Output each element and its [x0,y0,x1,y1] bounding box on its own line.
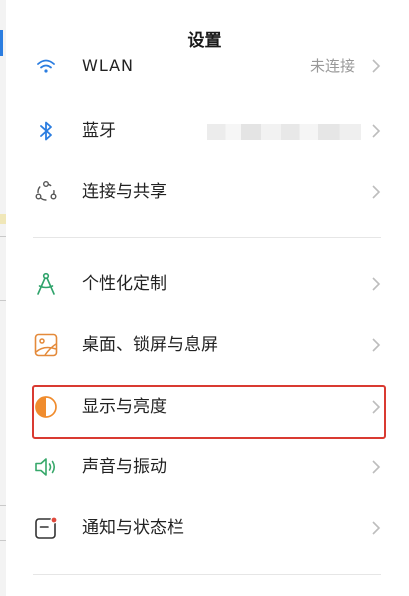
settings-item-sound-vibration[interactable]: 声音与振动 [0,441,409,493]
section-divider [33,574,381,575]
settings-item-label: 连接与共享 [82,182,167,202]
settings-item-label: 通知与状态栏 [82,518,184,538]
chevron-right-icon [369,521,383,535]
wallpaper-icon [33,332,59,358]
compass-icon [33,271,59,297]
settings-item-label: WLAN [82,56,135,75]
highlight-box [32,385,386,439]
settings-item-label: 桌面、锁屏与息屏 [82,335,218,355]
background-divider [0,236,6,237]
chevron-right-icon [369,277,383,291]
wifi-icon [33,55,59,81]
settings-item-label: 蓝牙 [82,121,116,141]
speaker-icon [33,454,59,480]
settings-item-bluetooth[interactable]: 蓝牙 [0,105,409,157]
notification-icon [33,515,59,541]
settings-item-wlan[interactable]: WLAN 未连接 [0,46,409,98]
chevron-right-icon [369,185,383,199]
chevron-right-icon [369,338,383,352]
connection-share-icon [33,179,59,205]
bluetooth-icon [33,118,59,144]
settings-item-personalization[interactable]: 个性化定制 [0,258,409,310]
settings-item-label: 个性化定制 [82,274,167,294]
chevron-right-icon [369,460,383,474]
wlan-status: 未连接 [309,57,355,75]
chevron-right-icon [369,59,383,73]
settings-item-connection-sharing[interactable]: 连接与共享 [0,166,409,218]
settings-item-label: 声音与振动 [82,457,167,477]
section-divider [33,237,381,238]
settings-item-notifications[interactable]: 通知与状态栏 [0,502,409,554]
device-name-redacted [207,124,361,140]
settings-screen: 设置 WLAN 未连接 蓝牙 连接与共享 个性化定制 桌面、锁屏与息屏 显示与亮… [0,0,409,596]
settings-item-wallpaper[interactable]: 桌面、锁屏与息屏 [0,319,409,371]
chevron-right-icon [369,124,383,138]
